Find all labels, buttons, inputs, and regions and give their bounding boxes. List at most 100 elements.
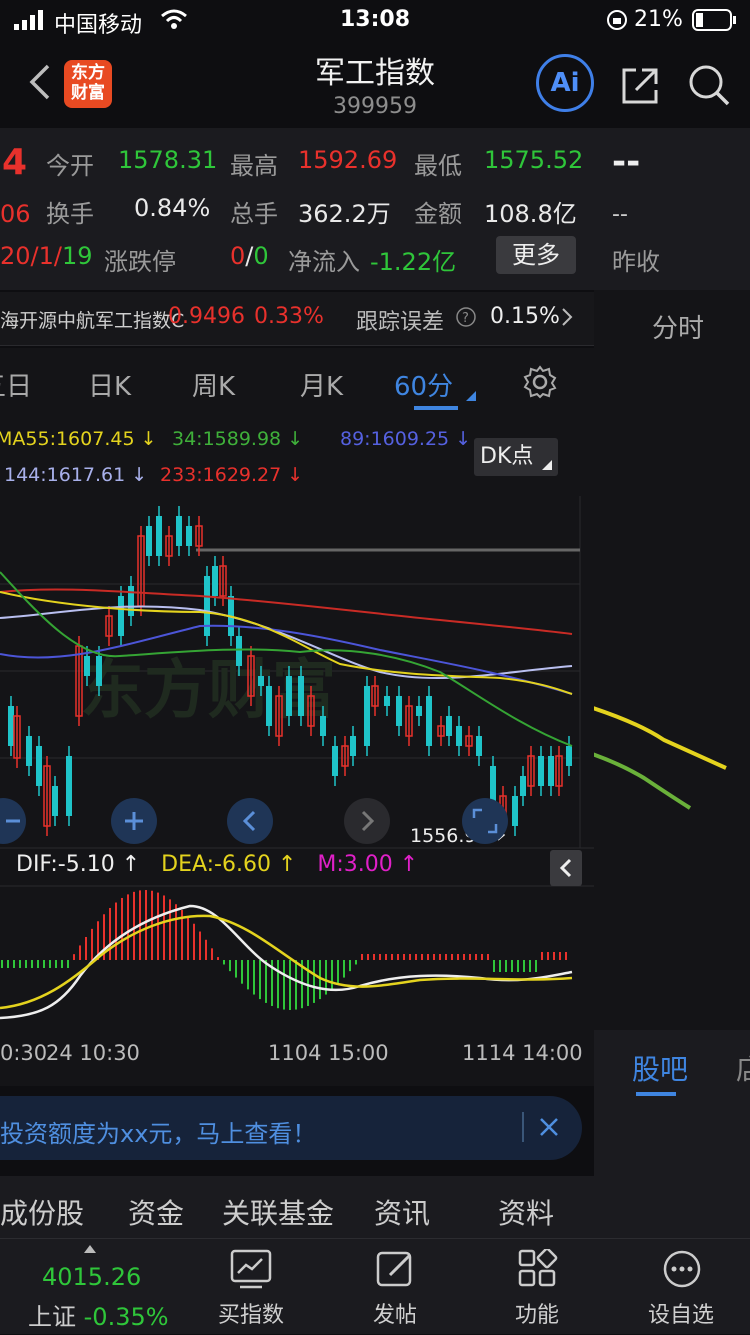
candle-body [66, 756, 72, 816]
dk-button[interactable]: DK点 [474, 438, 558, 476]
nav-bar: 东方 财富 军工指数 399959 Ai [0, 40, 750, 128]
candle-body [384, 696, 390, 706]
tab-related-funds[interactable]: 关联基金 [222, 1192, 334, 1232]
ma55-label: MA55:1607.45 ↓ [0, 428, 157, 450]
close-icon[interactable] [538, 1116, 560, 1142]
candle-body [236, 636, 242, 666]
limit-label: 涨跌停 [104, 248, 176, 276]
macd-legend: DIF:-5.10 ↑ DEA:-6.60 ↑ M:3.00 ↑ [0, 852, 418, 877]
limit-values: 0/0 [230, 242, 269, 270]
candle-body [84, 656, 90, 676]
right-dash-large: -- [612, 142, 641, 182]
ma89-label: 89:1609.25 ↓ [340, 428, 472, 450]
zoom-in-button[interactable] [111, 798, 157, 844]
candle-body [8, 706, 14, 746]
tracking-row[interactable]: 海开源中航军工指数C 0.9496 0.33% 跟踪误差 ? 0.15% [0, 292, 594, 346]
share-icon[interactable] [618, 64, 662, 112]
more-circle-icon [663, 1250, 701, 1288]
limit-down: 0 [253, 242, 269, 270]
macd-dea: DEA:-6.60 ↑ [161, 852, 297, 877]
error-label: 跟踪误差 [356, 310, 445, 335]
tab-cut[interactable]: 店 [736, 1048, 750, 1088]
right-chart-area: 分时 [594, 290, 750, 1030]
kline-chart[interactable]: 东方财富 1556.90 0:30 24 10:30 1104 15:00 11… [0, 496, 594, 1086]
scroll-right-button[interactable] [344, 798, 390, 844]
buy-index-button[interactable]: 买指数 [196, 1239, 306, 1335]
dropdown-icon [466, 386, 476, 405]
ma-extension-lines [594, 706, 727, 810]
candle-body [36, 746, 42, 786]
candle-body [26, 736, 32, 766]
macd-m: M:3.00 ↑ [317, 852, 419, 877]
index-change: -0.35% [83, 1303, 169, 1331]
search-icon[interactable] [686, 62, 732, 112]
tab-5day[interactable]: 五日 [0, 366, 32, 403]
battery-percent: 21% [634, 7, 683, 32]
ma233-label: 233:1629.27 ↓ [160, 464, 304, 486]
right-dash-small: -- [612, 202, 628, 227]
ma34-label: 34:1589.98 ↓ [172, 428, 304, 450]
candle-body [548, 756, 554, 786]
date-part2: 19 [61, 242, 93, 270]
scroll-left-button[interactable] [227, 798, 273, 844]
candle-body [52, 786, 58, 816]
tab-profile[interactable]: 资料 [498, 1192, 554, 1232]
candle-body [298, 676, 304, 716]
open-label: 今开 [46, 152, 94, 180]
candle-body [520, 776, 526, 796]
fullscreen-button[interactable] [462, 798, 508, 844]
date-fragment: 20/1/19 [0, 242, 93, 270]
wifi-icon [160, 8, 188, 36]
banner-text: 投资额度为xx元，马上查看！ [0, 1120, 317, 1148]
tab-monthly[interactable]: 月K [300, 366, 343, 403]
carrier-label: 中国移动 [54, 13, 143, 38]
sub-tabs: 成份股 资金 关联基金 资讯 资料 [0, 1176, 594, 1238]
candle-body [266, 686, 272, 726]
tab-weekly[interactable]: 周K [192, 366, 235, 403]
dk-label: DK点 [480, 444, 534, 469]
amount-label: 金额 [414, 200, 462, 228]
help-icon[interactable]: ? [455, 306, 477, 332]
promo-banner[interactable]: 投资额度为xx元，马上查看！ [0, 1096, 582, 1160]
candle-body [396, 696, 402, 726]
candle-body [204, 576, 210, 636]
limit-up: 0 [230, 242, 246, 270]
volume-label: 总手 [230, 200, 278, 228]
tab-60min[interactable]: 60分 [394, 366, 453, 403]
add-watchlist-button[interactable]: 设自选 [626, 1239, 736, 1335]
watermark: 东方财富 [80, 654, 336, 728]
ai-button[interactable]: Ai [536, 54, 594, 112]
edit-icon [376, 1251, 412, 1287]
zoom-out-button[interactable] [0, 798, 26, 844]
candle-body [176, 516, 182, 546]
candle-body [566, 746, 572, 766]
tab-daily[interactable]: 日K [88, 366, 131, 403]
amount-value: 108.8亿 [484, 200, 577, 228]
more-button[interactable]: 更多 [496, 236, 576, 274]
tab-components[interactable]: 成份股 [0, 1192, 84, 1232]
candle-body [96, 656, 102, 686]
collapse-indicator-button[interactable] [550, 850, 582, 886]
add-watchlist-label: 设自选 [647, 1303, 714, 1328]
candle-body [512, 796, 518, 826]
banner-divider [522, 1112, 524, 1142]
candle-body [476, 736, 482, 756]
price-fragment: 4 [2, 142, 28, 183]
functions-label: 功能 [514, 1303, 559, 1328]
candle-body [350, 736, 356, 756]
tab-news[interactable]: 资讯 [374, 1192, 430, 1232]
status-bar: 中国移动 13:08 21% [0, 0, 750, 40]
change-fragment: 06 [0, 200, 31, 228]
tab-funds[interactable]: 资金 [128, 1192, 184, 1232]
tab-forum[interactable]: 股吧 [632, 1048, 688, 1088]
prev-close-label: 昨收 [612, 248, 660, 276]
inflow-label: 净流入 [288, 248, 360, 276]
post-button[interactable]: 发帖 [340, 1239, 450, 1335]
settings-gear-icon[interactable] [522, 364, 558, 404]
fund-change: 0.33% [254, 304, 324, 329]
macd-dif: DIF:-5.10 ↑ [16, 852, 141, 877]
index-ticker[interactable]: 4015.26 上证 -0.35% [10, 1239, 170, 1335]
turnover-value: 0.84% [134, 194, 211, 222]
functions-button[interactable]: 功能 [482, 1239, 592, 1335]
candle-body [212, 566, 218, 596]
